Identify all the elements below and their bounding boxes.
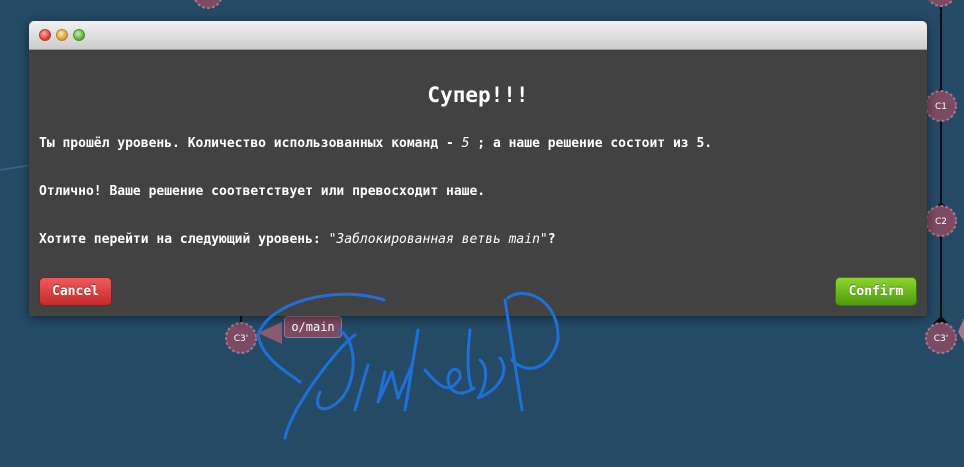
branch-arrow-right	[958, 318, 964, 342]
maximize-window-icon[interactable]	[73, 29, 85, 41]
next-level-name: "Заблокированная ветвь main"	[328, 232, 548, 247]
branch-tag-o-main[interactable]: o/main	[284, 316, 342, 338]
dialog-title: Супер!!!	[427, 83, 529, 107]
close-window-icon[interactable]	[39, 29, 51, 41]
branch-arrow-left	[258, 322, 282, 344]
window-titlebar	[29, 21, 927, 50]
commit-node-top-right[interactable]	[927, 0, 955, 7]
next-level-prompt: Хотите перейти на следующий уровень: "За…	[39, 232, 556, 247]
commit-node-c2[interactable]: C2	[925, 205, 957, 237]
result-summary: Ты прошёл уровень. Количество использова…	[39, 136, 713, 151]
commit-node-c3-left[interactable]: C3'	[225, 322, 257, 354]
svg-text:C3': C3'	[234, 334, 248, 344]
commit-node-c1[interactable]: C1	[925, 90, 957, 122]
svg-text:C1: C1	[935, 102, 947, 112]
confirm-button[interactable]: Confirm	[835, 277, 917, 306]
minimize-window-icon[interactable]	[56, 29, 68, 41]
svg-text:C3': C3'	[934, 334, 948, 344]
cancel-button[interactable]: Cancel	[39, 277, 112, 306]
svg-text:C2: C2	[935, 217, 947, 227]
commit-node-c3-right[interactable]: C3'	[925, 322, 957, 354]
result-praise: Отлично! Ваше решение соответствует или …	[39, 184, 486, 199]
level-complete-dialog: Супер!!! Ты прошёл уровень. Количество и…	[29, 21, 927, 316]
commit-node-top-left[interactable]	[194, 0, 222, 9]
